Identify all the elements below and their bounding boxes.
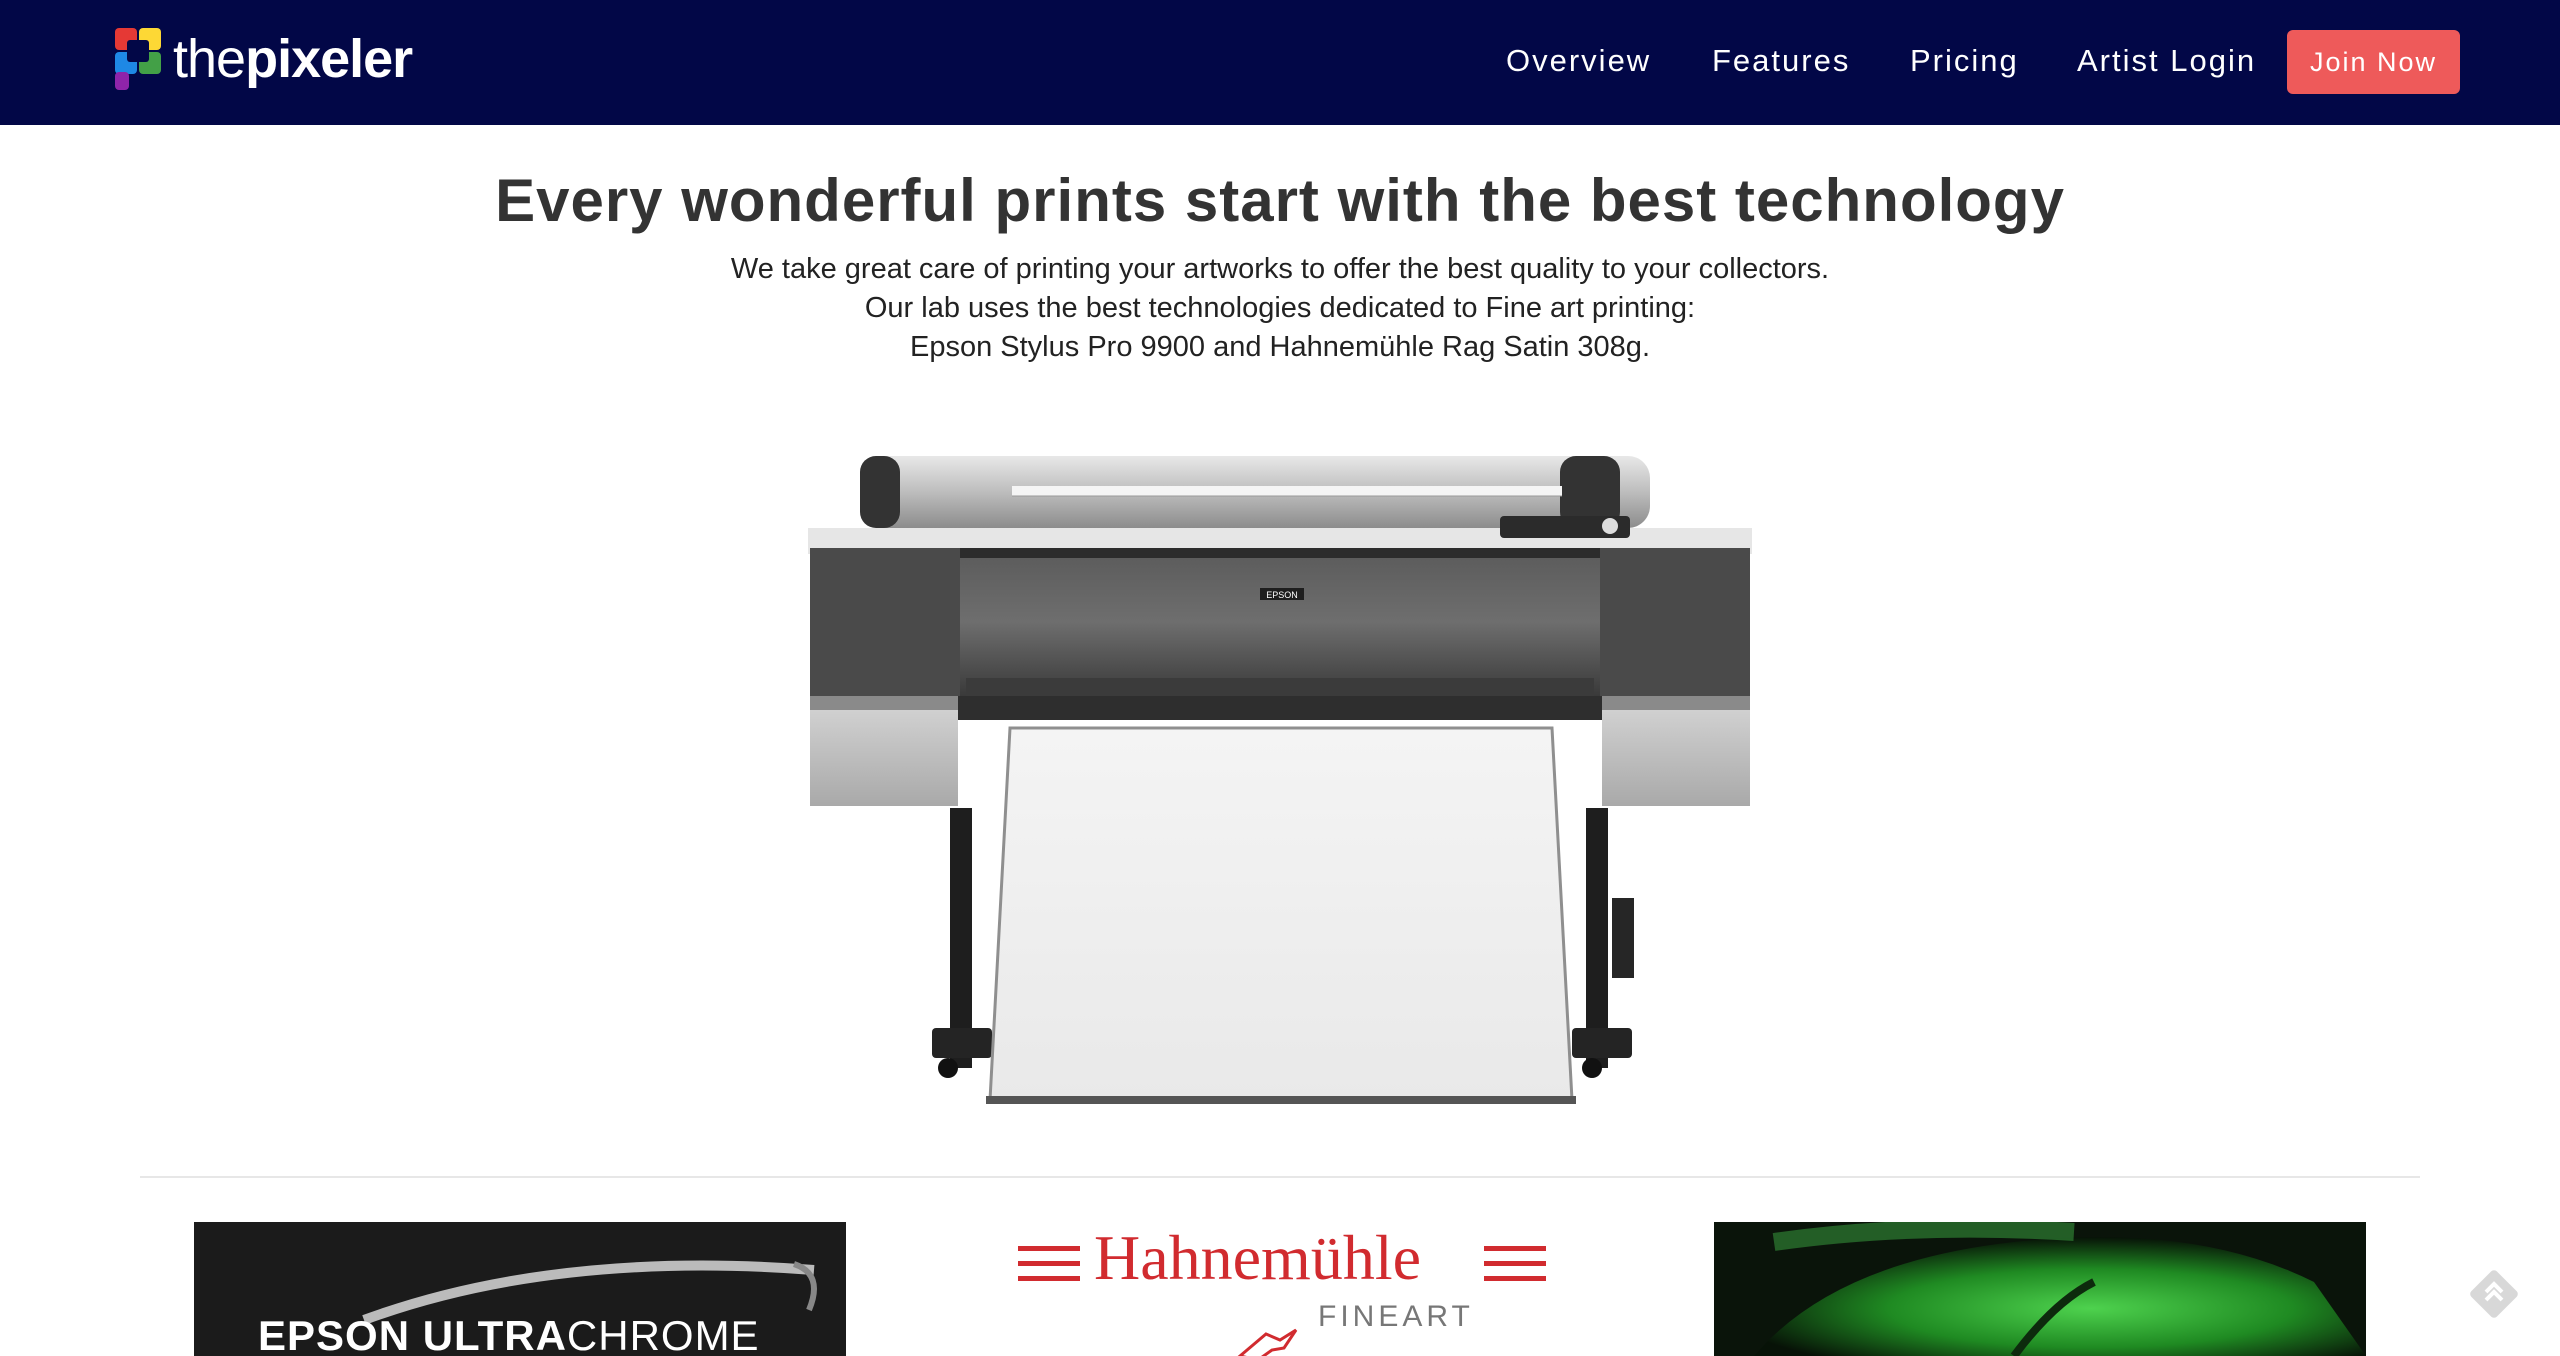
site-logo[interactable]: thepixeler xyxy=(113,26,413,92)
green-leaf-image-card xyxy=(1714,1222,2366,1356)
hero-line: Our lab uses the best technologies dedic… xyxy=(864,292,1696,324)
logo-prefix: the xyxy=(173,29,246,89)
epson-chrome-text: CHROME xyxy=(566,1312,760,1356)
hahnemuhle-logo-text: Hahnemühle xyxy=(1094,1222,1421,1293)
left-stripes-icon xyxy=(1018,1246,1080,1281)
top-navbar: thepixeler Overview Features Pricing Art… xyxy=(0,0,2560,125)
logo-suffix: pixeler xyxy=(245,29,413,89)
join-now-button[interactable]: Join Now xyxy=(2287,30,2460,94)
fineart-subtitle: FINEART xyxy=(1318,1300,1474,1333)
hero-description: We take great care of printing your artw… xyxy=(0,250,2560,367)
epson-ultrachrome-logo: EPSON ULTRACHROME xyxy=(258,1312,760,1356)
epson-ultrachrome-card: EPSON ULTRACHROME xyxy=(194,1222,846,1356)
hahnemuhle-card: Hahnemühle FINEART xyxy=(1000,1222,1560,1356)
bird-logo-icon xyxy=(1237,1328,1298,1356)
nav-artist-login[interactable]: Artist Login xyxy=(2077,38,2256,84)
right-stripes-icon xyxy=(1484,1246,1546,1281)
feedback-icon[interactable] xyxy=(2468,1268,2520,1320)
pixeler-logo-icon xyxy=(115,28,161,90)
hero-line: We take great care of printing your artw… xyxy=(730,253,1830,285)
printer-brand-label: EPSON xyxy=(1266,590,1298,600)
logo-wordmark: thepixeler xyxy=(173,29,413,89)
page-title: Every wonderful prints start with the be… xyxy=(495,167,2065,234)
green-leaf-image xyxy=(1714,1222,2366,1356)
epson-ultra-text: EPSON ULTRA xyxy=(258,1312,567,1356)
hero-line: Epson Stylus Pro 9900 and Hahnemühle Rag… xyxy=(910,331,1650,363)
nav-overview[interactable]: Overview xyxy=(1506,38,1651,84)
epson-printer-image: EPSON xyxy=(808,456,1752,1104)
section-divider xyxy=(140,1176,2420,1178)
nav-features[interactable]: Features xyxy=(1712,38,1850,84)
nav-pricing[interactable]: Pricing xyxy=(1910,38,2019,84)
